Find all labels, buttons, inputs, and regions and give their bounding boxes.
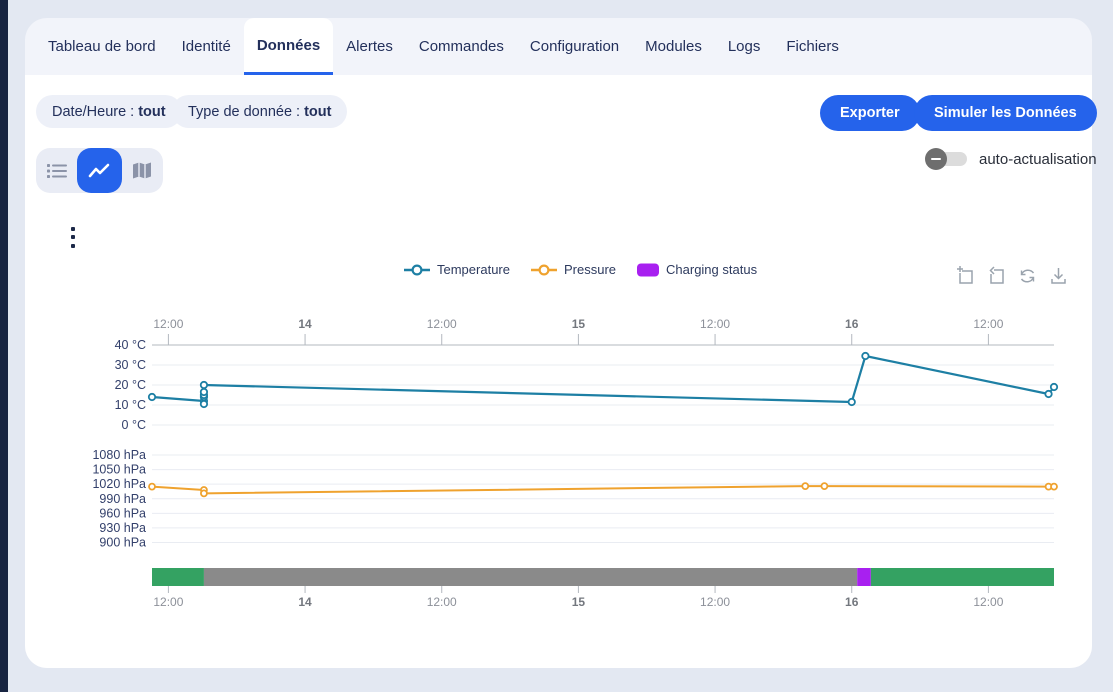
svg-text:14: 14 bbox=[298, 317, 312, 331]
svg-text:900 hPa: 900 hPa bbox=[99, 536, 146, 550]
svg-text:15: 15 bbox=[572, 317, 586, 331]
svg-text:16: 16 bbox=[845, 595, 859, 609]
svg-text:30 °C: 30 °C bbox=[115, 358, 146, 372]
svg-text:1050 hPa: 1050 hPa bbox=[92, 463, 146, 477]
svg-text:12:00: 12:00 bbox=[973, 317, 1003, 331]
svg-text:960 hPa: 960 hPa bbox=[99, 506, 146, 520]
svg-text:15: 15 bbox=[572, 595, 586, 609]
svg-text:16: 16 bbox=[845, 317, 859, 331]
page: Tableau de bord Identité Données Alertes… bbox=[0, 0, 1113, 692]
svg-text:12:00: 12:00 bbox=[973, 595, 1003, 609]
svg-text:10 °C: 10 °C bbox=[115, 398, 146, 412]
svg-text:1080 hPa: 1080 hPa bbox=[92, 448, 146, 462]
svg-text:14: 14 bbox=[298, 595, 312, 609]
svg-text:12:00: 12:00 bbox=[153, 595, 183, 609]
svg-text:20 °C: 20 °C bbox=[115, 378, 146, 392]
svg-text:1020 hPa: 1020 hPa bbox=[92, 477, 146, 491]
svg-text:12:00: 12:00 bbox=[427, 317, 457, 331]
svg-text:12:00: 12:00 bbox=[153, 317, 183, 331]
svg-text:12:00: 12:00 bbox=[427, 595, 457, 609]
svg-text:0 °C: 0 °C bbox=[122, 418, 146, 432]
svg-text:40 °C: 40 °C bbox=[115, 338, 146, 352]
svg-text:990 hPa: 990 hPa bbox=[99, 492, 146, 506]
timeseries-chart[interactable]: 12:00 12:00 14 14 12:00 12:00 15 15 12:00 12:00 16… bbox=[0, 0, 1113, 692]
svg-text:12:00: 12:00 bbox=[700, 317, 730, 331]
svg-text:12:00: 12:00 bbox=[700, 595, 730, 609]
svg-text:930 hPa: 930 hPa bbox=[99, 521, 146, 535]
